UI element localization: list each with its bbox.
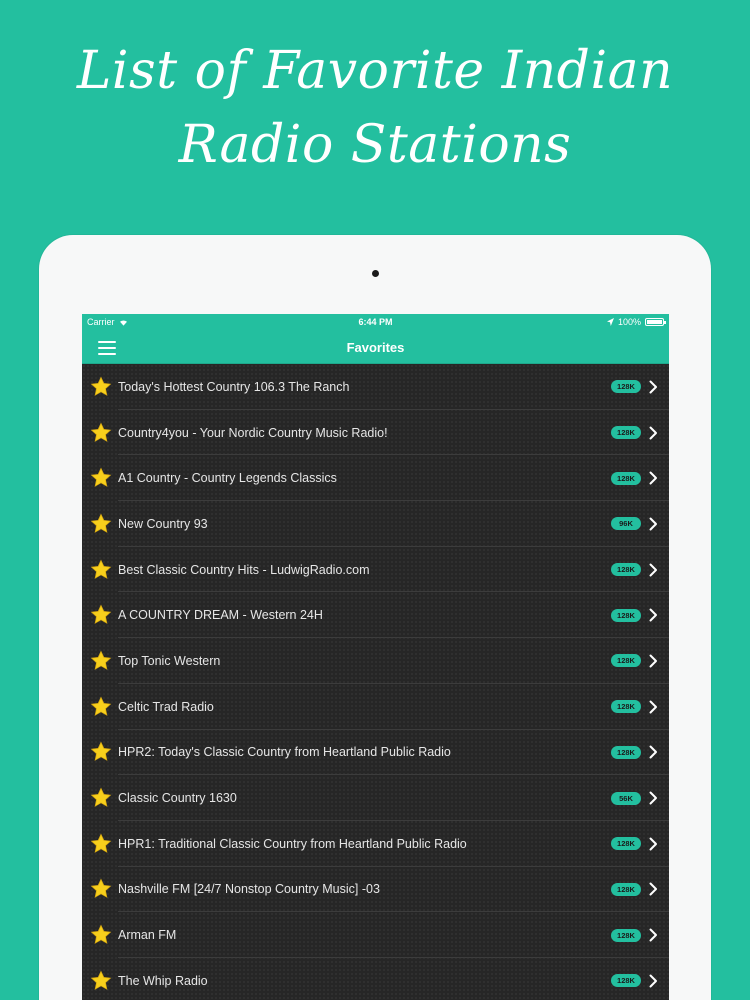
star-icon[interactable] — [90, 970, 112, 992]
station-name: Classic Country 1630 — [118, 791, 237, 806]
bitrate-badge: 128K — [611, 380, 641, 394]
battery-icon — [645, 318, 666, 326]
bitrate-badge: 128K — [611, 700, 641, 714]
bitrate-badge: 128K — [611, 974, 641, 988]
star-icon[interactable] — [90, 376, 112, 398]
station-list: Today's Hottest Country 106.3 The Ranch … — [82, 364, 669, 1000]
star-icon[interactable] — [90, 559, 112, 581]
station-row[interactable]: The Whip Radio 128K — [82, 958, 669, 1000]
bitrate-badge: 128K — [611, 471, 641, 485]
station-name: Best Classic Country Hits - LudwigRadio.… — [118, 562, 370, 577]
bitrate-badge: 128K — [611, 563, 641, 577]
chevron-right-icon[interactable] — [649, 517, 658, 531]
star-icon[interactable] — [90, 878, 112, 900]
chevron-right-icon[interactable] — [649, 791, 658, 805]
station-name: Today's Hottest Country 106.3 The Ranch — [118, 379, 350, 394]
station-name: A COUNTRY DREAM - Western 24H — [118, 608, 323, 623]
star-icon[interactable] — [90, 604, 112, 626]
star-icon[interactable] — [90, 787, 112, 809]
chevron-right-icon[interactable] — [649, 928, 658, 942]
promo-headline: List of Favorite Indian Radio Stations — [0, 34, 750, 182]
chevron-right-icon[interactable] — [649, 882, 658, 896]
chevron-right-icon[interactable] — [649, 745, 658, 759]
station-row[interactable]: Best Classic Country Hits - LudwigRadio.… — [82, 547, 669, 593]
star-icon[interactable] — [90, 513, 112, 535]
camera-dot — [372, 270, 379, 277]
station-row[interactable]: Celtic Trad Radio 128K — [82, 684, 669, 730]
star-icon[interactable] — [90, 422, 112, 444]
station-row[interactable]: Today's Hottest Country 106.3 The Ranch … — [82, 364, 669, 410]
station-name: Arman FM — [118, 928, 177, 943]
station-row[interactable]: Classic Country 1630 56K — [82, 775, 669, 821]
star-icon[interactable] — [90, 833, 112, 855]
station-name: Country4you - Your Nordic Country Music … — [118, 425, 388, 440]
chevron-right-icon[interactable] — [649, 654, 658, 668]
bitrate-badge: 128K — [611, 745, 641, 759]
app-screen: Carrier 6:44 PM 100% Favorites Today's H… — [82, 314, 669, 1000]
station-name: HPR2: Today's Classic Country from Heart… — [118, 745, 451, 760]
status-bar: Carrier 6:44 PM 100% — [82, 314, 669, 331]
station-row[interactable]: A1 Country - Country Legends Classics 12… — [82, 455, 669, 501]
bitrate-badge: 128K — [611, 654, 641, 668]
station-row[interactable]: Top Tonic Western 128K — [82, 638, 669, 684]
star-icon[interactable] — [90, 741, 112, 763]
station-row[interactable]: Arman FM 128K — [82, 912, 669, 958]
station-name: New Country 93 — [118, 516, 208, 531]
bitrate-badge: 128K — [611, 837, 641, 851]
status-right: 100% — [606, 317, 666, 327]
star-icon[interactable] — [90, 467, 112, 489]
chevron-right-icon[interactable] — [649, 608, 658, 622]
chevron-right-icon[interactable] — [649, 471, 658, 485]
chevron-right-icon[interactable] — [649, 700, 658, 714]
bitrate-badge: 128K — [611, 608, 641, 622]
location-arrow-icon — [606, 318, 614, 326]
station-name: Nashville FM [24/7 Nonstop Country Music… — [118, 882, 380, 897]
star-icon[interactable] — [90, 924, 112, 946]
station-name: Top Tonic Western — [118, 653, 221, 668]
headline-line-1: List of Favorite Indian — [76, 41, 674, 101]
bitrate-badge: 56K — [611, 791, 641, 805]
chevron-right-icon[interactable] — [649, 974, 658, 988]
station-name: The Whip Radio — [118, 973, 208, 988]
station-row[interactable]: A COUNTRY DREAM - Western 24H 128K — [82, 592, 669, 638]
chevron-right-icon[interactable] — [649, 837, 658, 851]
headline-line-2: Radio Stations — [178, 115, 572, 175]
star-icon[interactable] — [90, 696, 112, 718]
station-row[interactable]: Country4you - Your Nordic Country Music … — [82, 410, 669, 456]
bitrate-badge: 128K — [611, 882, 641, 896]
status-time: 6:44 PM — [358, 317, 393, 327]
station-row[interactable]: Nashville FM [24/7 Nonstop Country Music… — [82, 867, 669, 913]
battery-percent: 100% — [617, 317, 641, 327]
station-name: Celtic Trad Radio — [118, 699, 214, 714]
station-row[interactable]: HPR2: Today's Classic Country from Heart… — [82, 730, 669, 776]
nav-title: Favorites — [346, 340, 405, 355]
bitrate-badge: 96K — [611, 517, 641, 531]
station-row[interactable]: New Country 93 96K — [82, 501, 669, 547]
chevron-right-icon[interactable] — [649, 563, 658, 577]
station-row[interactable]: HPR1: Traditional Classic Country from H… — [82, 821, 669, 867]
station-name: A1 Country - Country Legends Classics — [118, 471, 337, 486]
chevron-right-icon[interactable] — [649, 380, 658, 394]
chevron-right-icon[interactable] — [649, 426, 658, 440]
bitrate-badge: 128K — [611, 928, 641, 942]
star-icon[interactable] — [90, 650, 112, 672]
nav-bar: Favorites — [82, 331, 669, 364]
station-name: HPR1: Traditional Classic Country from H… — [118, 836, 467, 851]
bitrate-badge: 128K — [611, 426, 641, 440]
